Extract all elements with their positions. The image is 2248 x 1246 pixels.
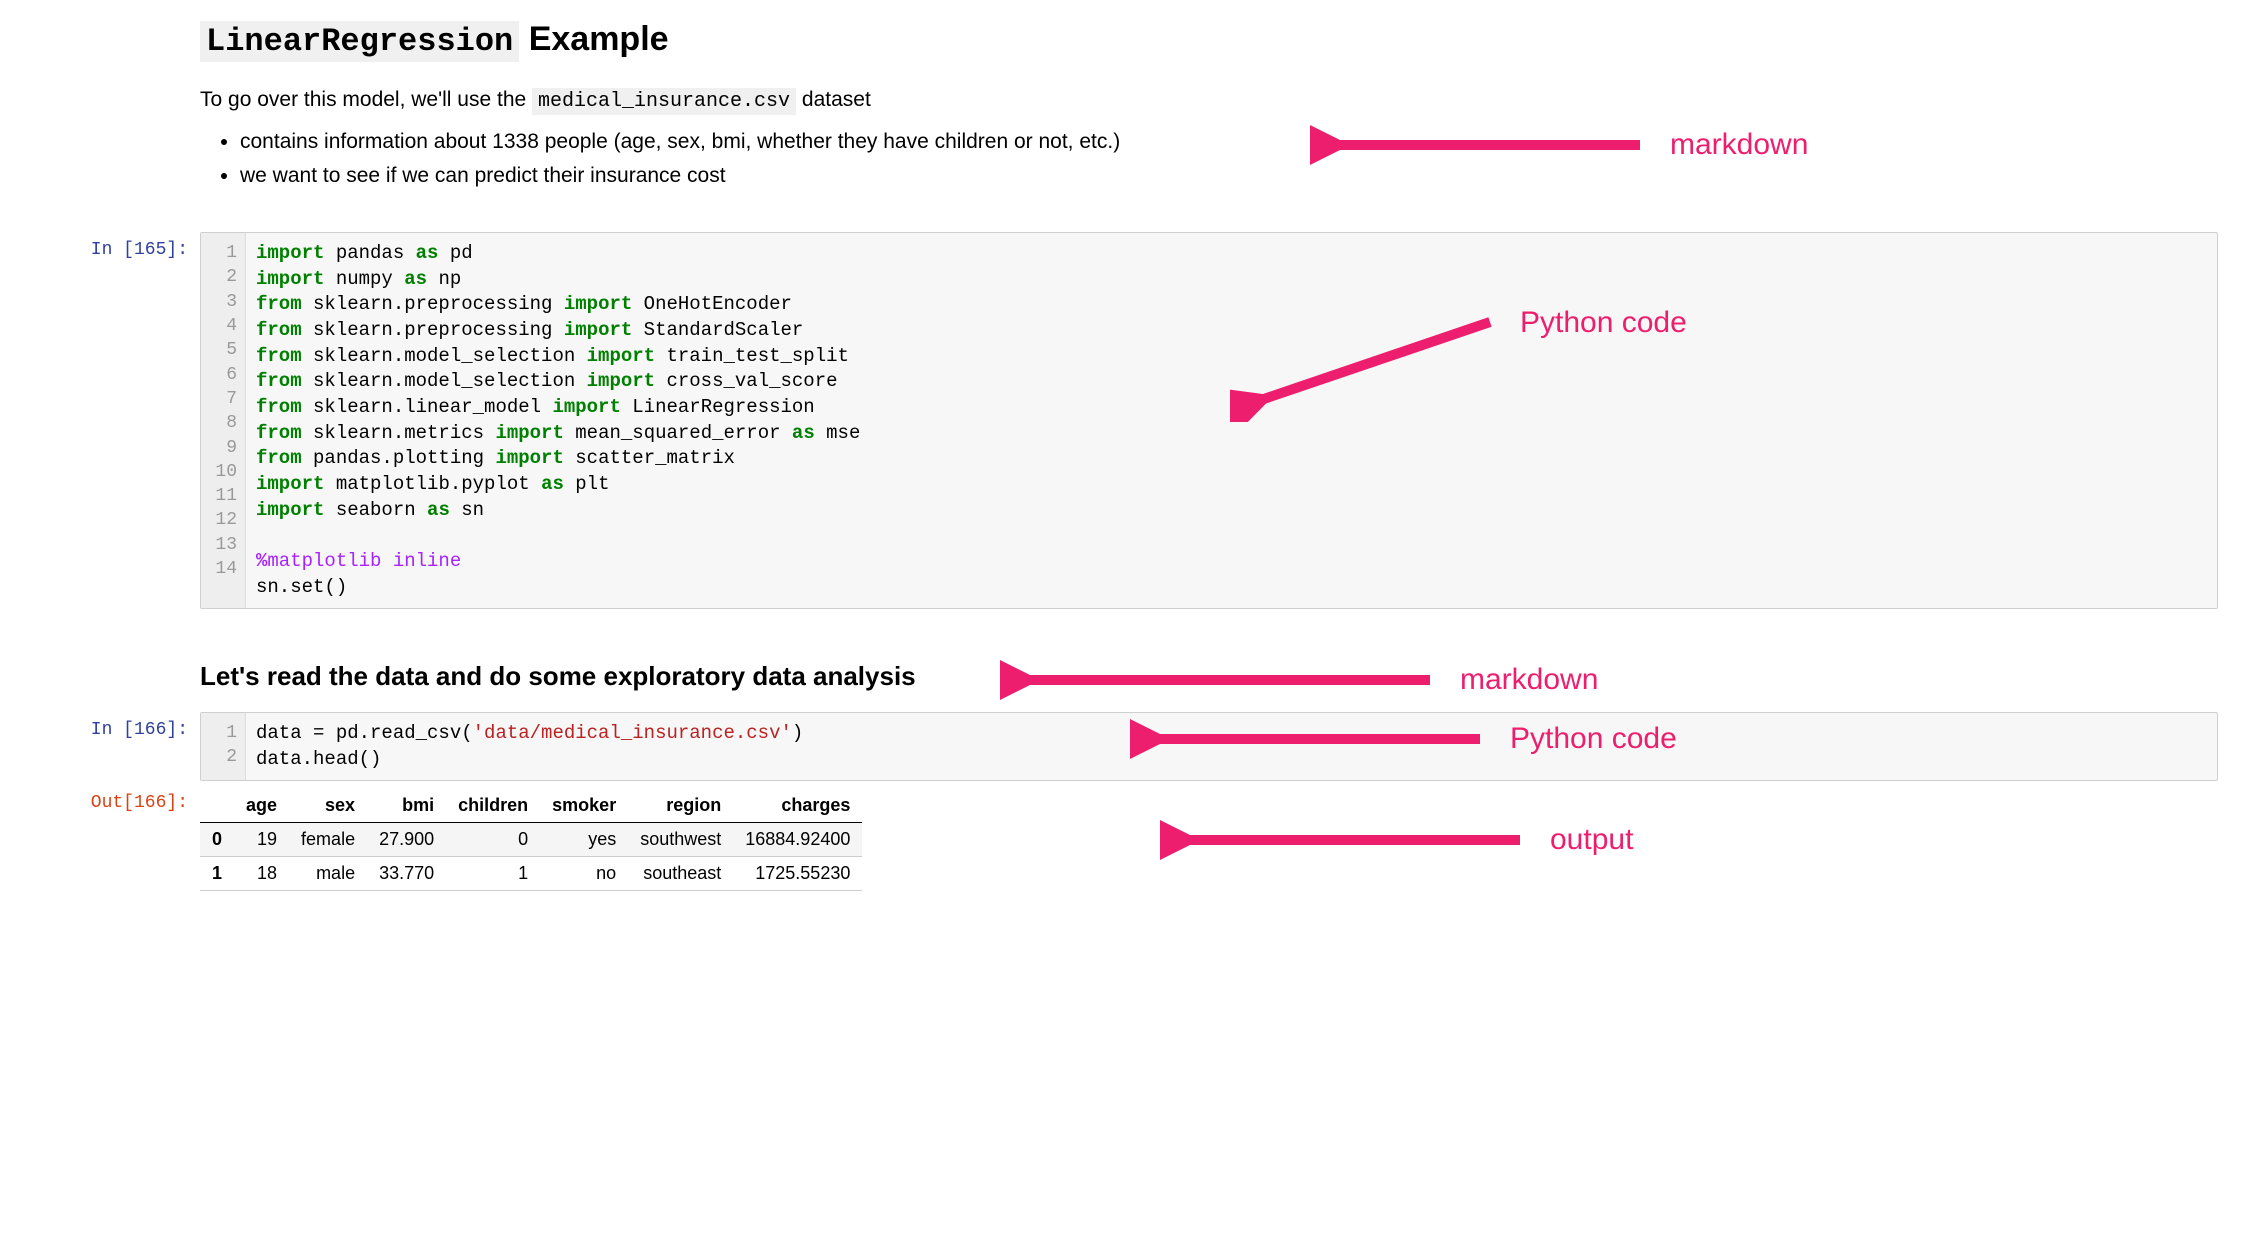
code-body-2: 12 data = pd.read_csv('data/medical_insu… xyxy=(200,712,2218,781)
intro-pre: To go over this model, we'll use the xyxy=(200,88,532,111)
table-cell: 1 xyxy=(446,857,540,891)
table-cell: 18 xyxy=(234,857,289,891)
table-cell: southwest xyxy=(628,823,733,857)
table-cell: 1725.55230 xyxy=(733,857,862,891)
line-gutter: 1234567891011121314 xyxy=(201,233,246,608)
table-cell: 0 xyxy=(446,823,540,857)
markdown-cell-1: LinearRegression Example To go over this… xyxy=(30,20,2218,216)
table-cell: 33.770 xyxy=(367,857,446,891)
output-prompt: Out[166]: xyxy=(30,785,200,813)
output-body: agesexbmichildrensmokerregioncharges019f… xyxy=(200,785,2218,891)
code-lines[interactable]: import pandas as pd import numpy as np f… xyxy=(246,233,870,608)
intro-post: dataset xyxy=(796,88,871,111)
row-index: 0 xyxy=(200,823,234,857)
markdown-cell-2: Let's read the data and do some explorat… xyxy=(30,633,2218,704)
table-cell: 19 xyxy=(234,823,289,857)
markdown-body-1: LinearRegression Example To go over this… xyxy=(200,20,2218,216)
input-prompt: In [165]: xyxy=(30,232,200,260)
title-code: LinearRegression xyxy=(200,21,519,62)
code-editor[interactable]: 12 data = pd.read_csv('data/medical_insu… xyxy=(200,712,2218,781)
page-title: LinearRegression Example xyxy=(200,20,2218,60)
table-header: charges xyxy=(733,789,862,823)
code-editor[interactable]: 1234567891011121314 import pandas as pd … xyxy=(200,232,2218,609)
markdown-body-2: Let's read the data and do some explorat… xyxy=(200,633,2218,704)
line-gutter: 12 xyxy=(201,713,246,780)
intro-bullets: contains information about 1338 people (… xyxy=(200,125,2218,192)
intro-text: To go over this model, we'll use the med… xyxy=(200,84,2218,117)
section-heading: Let's read the data and do some explorat… xyxy=(200,661,2218,692)
table-header: bmi xyxy=(367,789,446,823)
table-header: sex xyxy=(289,789,367,823)
table-header xyxy=(200,789,234,823)
empty-prompt xyxy=(30,20,200,28)
table-cell: 16884.92400 xyxy=(733,823,862,857)
table-header: region xyxy=(628,789,733,823)
code-lines[interactable]: data = pd.read_csv('data/medical_insuran… xyxy=(246,713,813,780)
table-row: 118male33.7701nosoutheast1725.55230 xyxy=(200,857,862,891)
table-header: age xyxy=(234,789,289,823)
table-cell: male xyxy=(289,857,367,891)
code-cell-1: In [165]: 1234567891011121314 import pan… xyxy=(30,232,2218,609)
list-item: contains information about 1338 people (… xyxy=(240,125,2218,159)
table-cell: female xyxy=(289,823,367,857)
dataframe-table: agesexbmichildrensmokerregioncharges019f… xyxy=(200,789,862,891)
empty-prompt xyxy=(30,633,200,641)
output-cell-2: Out[166]: agesexbmichildrensmokerregionc… xyxy=(30,785,2218,891)
table-header: smoker xyxy=(540,789,628,823)
table-row: 019female27.9000yessouthwest16884.92400 xyxy=(200,823,862,857)
table-cell: yes xyxy=(540,823,628,857)
intro-code: medical_insurance.csv xyxy=(532,88,796,115)
input-prompt: In [166]: xyxy=(30,712,200,740)
code-cell-2: In [166]: 12 data = pd.read_csv('data/me… xyxy=(30,712,2218,781)
table-header: children xyxy=(446,789,540,823)
row-index: 1 xyxy=(200,857,234,891)
code-body-1: 1234567891011121314 import pandas as pd … xyxy=(200,232,2218,609)
list-item: we want to see if we can predict their i… xyxy=(240,159,2218,193)
title-rest: Example xyxy=(519,20,668,58)
table-cell: no xyxy=(540,857,628,891)
table-cell: southeast xyxy=(628,857,733,891)
table-cell: 27.900 xyxy=(367,823,446,857)
